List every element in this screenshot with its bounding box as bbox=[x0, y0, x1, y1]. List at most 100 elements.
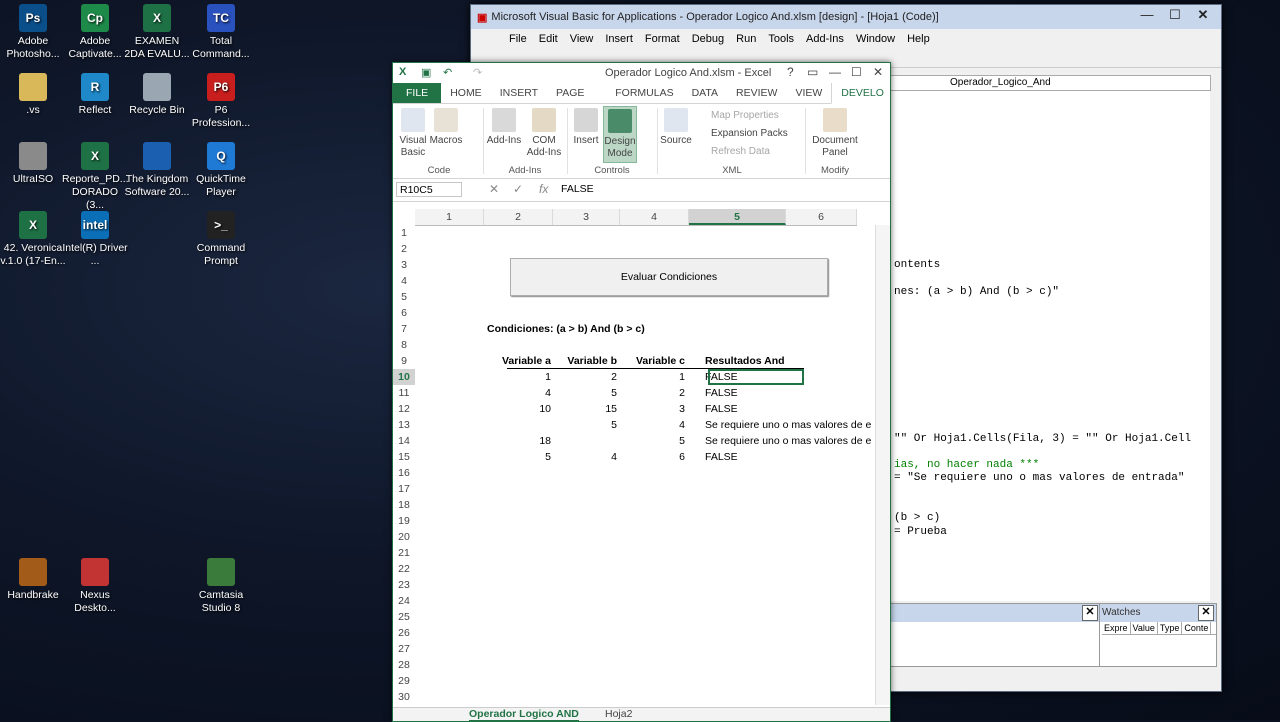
table-cell[interactable]: 4 bbox=[619, 417, 685, 433]
row-header[interactable]: 12 bbox=[393, 401, 415, 417]
row-header[interactable]: 11 bbox=[393, 385, 415, 401]
design-mode-button[interactable]: Design Mode bbox=[603, 106, 637, 163]
tab-file[interactable]: FILE bbox=[393, 83, 442, 103]
vba-menu-tools[interactable]: Tools bbox=[762, 33, 800, 45]
vba-close-button[interactable]: ✕ bbox=[1191, 7, 1215, 25]
row-header[interactable]: 25 bbox=[393, 609, 415, 625]
column-header[interactable]: 3 bbox=[553, 209, 620, 225]
tab-home[interactable]: HOME bbox=[441, 83, 491, 103]
desktop-icon[interactable]: P6 P6 Profession... bbox=[188, 73, 254, 130]
name-box[interactable]: R10C5 bbox=[396, 182, 462, 197]
tab-view[interactable]: VIEW bbox=[786, 83, 831, 103]
desktop-icon[interactable]: Handbrake bbox=[0, 558, 66, 602]
column-header[interactable]: 4 bbox=[620, 209, 689, 225]
table-cell[interactable]: 10 bbox=[485, 401, 551, 417]
row-header-selected[interactable]: 10 bbox=[393, 369, 415, 385]
tab-developer[interactable]: DEVELO bbox=[831, 82, 890, 104]
table-cell[interactable]: Se requiere uno o mas valores de e bbox=[705, 433, 871, 449]
tab-insert[interactable]: INSERT bbox=[491, 83, 547, 103]
undo-icon[interactable]: ↶ bbox=[443, 66, 452, 79]
immediate-pane[interactable]: ✕ bbox=[889, 603, 1101, 667]
immediate-close-button[interactable]: ✕ bbox=[1082, 605, 1098, 621]
table-cell[interactable]: 5 bbox=[485, 449, 551, 465]
vba-minimize-button[interactable]: — bbox=[1135, 7, 1159, 25]
vba-menu-debug[interactable]: Debug bbox=[686, 33, 730, 45]
insert-control-button[interactable]: Insert bbox=[569, 108, 603, 147]
row-header[interactable]: 15 bbox=[393, 449, 415, 465]
column-header[interactable]: 6 bbox=[786, 209, 857, 225]
table-cell[interactable]: 3 bbox=[619, 401, 685, 417]
table-cell[interactable]: 5 bbox=[553, 417, 617, 433]
excel-window[interactable]: X ▣ ↶ ↷ Operador Logico And.xlsm - Excel… bbox=[392, 62, 891, 722]
tab-review[interactable]: REVIEW bbox=[727, 83, 786, 103]
desktop-icon[interactable]: intel Intel(R) Driver ... bbox=[62, 211, 128, 268]
table-cell[interactable]: 2 bbox=[619, 385, 685, 401]
desktop-icon[interactable]: .vs bbox=[0, 73, 66, 117]
table-cell[interactable]: FALSE bbox=[705, 385, 738, 401]
ribbon-display-button[interactable]: ▭ bbox=[807, 65, 818, 79]
row-header[interactable]: 26 bbox=[393, 625, 415, 641]
vertical-scrollbar[interactable] bbox=[875, 225, 890, 705]
vba-menu-insert[interactable]: Insert bbox=[599, 33, 639, 45]
row-header[interactable]: 28 bbox=[393, 657, 415, 673]
desktop-icon[interactable]: Nexus Deskto... bbox=[62, 558, 128, 615]
help-button[interactable]: ? bbox=[787, 65, 794, 79]
desktop-icon[interactable]: >_ Command Prompt bbox=[188, 211, 254, 268]
save-icon[interactable]: ▣ bbox=[421, 66, 431, 79]
vba-menu-window[interactable]: Window bbox=[850, 33, 901, 45]
table-cell[interactable]: 4 bbox=[553, 449, 617, 465]
desktop-icon[interactable]: Cp Adobe Captivate... bbox=[62, 4, 128, 61]
tab-formulas[interactable]: FORMULAS bbox=[606, 83, 682, 103]
column-header[interactable]: 2 bbox=[484, 209, 553, 225]
row-header[interactable]: 16 bbox=[393, 465, 415, 481]
cancel-icon[interactable]: ✕ bbox=[489, 182, 499, 196]
code-window[interactable]: ontents nes: (a > b) And (b > c)" "" Or … bbox=[889, 91, 1210, 601]
desktop-icon[interactable]: UltraISO bbox=[0, 142, 66, 186]
desktop-icon[interactable]: X Reporte_PD... DORADO (3... bbox=[62, 142, 129, 212]
row-header[interactable]: 1 bbox=[393, 225, 415, 241]
header-variable-c[interactable]: Variable c bbox=[619, 353, 685, 369]
map-properties-button[interactable]: Map Properties bbox=[711, 110, 779, 121]
desktop-icon[interactable]: TC Total Command... bbox=[188, 4, 254, 61]
column-header-selected[interactable]: 5 bbox=[689, 209, 786, 225]
sheet-tab[interactable]: Hoja2 bbox=[605, 708, 632, 720]
row-header[interactable]: 4 bbox=[393, 273, 415, 289]
row-header[interactable]: 2 bbox=[393, 241, 415, 257]
row-header[interactable]: 14 bbox=[393, 433, 415, 449]
selected-cell[interactable] bbox=[708, 369, 804, 385]
row-header[interactable]: 29 bbox=[393, 673, 415, 689]
table-cell[interactable]: 2 bbox=[553, 369, 617, 385]
row-header[interactable]: 5 bbox=[393, 289, 415, 305]
row-header[interactable]: 9 bbox=[393, 353, 415, 369]
row-header[interactable]: 19 bbox=[393, 513, 415, 529]
table-cell[interactable]: 5 bbox=[619, 433, 685, 449]
desktop-icon[interactable]: Camtasia Studio 8 bbox=[188, 558, 254, 615]
table-cell[interactable]: 6 bbox=[619, 449, 685, 465]
vba-menu-run[interactable]: Run bbox=[730, 33, 762, 45]
row-header[interactable]: 7 bbox=[393, 321, 415, 337]
worksheet-grid[interactable]: Evaluar Condiciones Condiciones: (a > b)… bbox=[415, 225, 875, 705]
row-header[interactable]: 17 bbox=[393, 481, 415, 497]
tab-data[interactable]: DATA bbox=[683, 83, 727, 103]
excel-close-button[interactable]: ✕ bbox=[873, 65, 883, 79]
vba-menu-view[interactable]: View bbox=[564, 33, 600, 45]
vba-maximize-button[interactable]: ☐ bbox=[1163, 7, 1187, 25]
row-header[interactable]: 20 bbox=[393, 529, 415, 545]
column-header[interactable]: 1 bbox=[415, 209, 484, 225]
table-cell[interactable]: 1 bbox=[485, 369, 551, 385]
table-cell[interactable]: FALSE bbox=[705, 449, 738, 465]
source-button[interactable]: Source bbox=[659, 108, 693, 147]
watches-close-button[interactable]: ✕ bbox=[1198, 605, 1214, 621]
redo-icon[interactable]: ↷ bbox=[473, 66, 482, 79]
vba-title-bar[interactable]: ▣ Microsoft Visual Basic for Application… bbox=[471, 5, 1221, 29]
row-header[interactable]: 30 bbox=[393, 689, 415, 705]
desktop-icon[interactable]: Ps Adobe Photosho... bbox=[0, 4, 66, 61]
excel-maximize-button[interactable]: ☐ bbox=[851, 65, 862, 79]
desktop-icon[interactable]: Q QuickTime Player bbox=[188, 142, 254, 199]
table-cell[interactable]: 15 bbox=[553, 401, 617, 417]
row-header[interactable]: 18 bbox=[393, 497, 415, 513]
excel-minimize-button[interactable]: — bbox=[829, 65, 841, 79]
visual-basic-button[interactable]: Visual Basic bbox=[395, 108, 431, 159]
desktop-icon[interactable]: Recycle Bin bbox=[124, 73, 190, 117]
add-ins-button[interactable]: Add-Ins bbox=[485, 108, 523, 147]
